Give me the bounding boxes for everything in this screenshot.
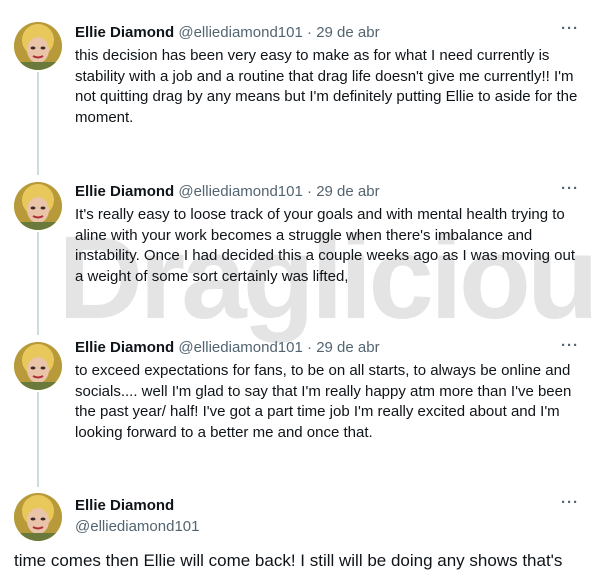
more-options-icon[interactable]: ··· xyxy=(561,494,579,511)
more-options-icon[interactable]: ··· xyxy=(561,180,579,197)
avatar[interactable] xyxy=(14,342,62,390)
tweet-header: Ellie Diamond @elliediamond101 · 29 de a… xyxy=(75,24,380,41)
tweet-date[interactable]: 29 de abr xyxy=(316,24,379,41)
tweet[interactable]: Ellie Diamond @elliediamond101 · 29 de a… xyxy=(0,320,593,480)
tweet-text: to exceed expectations for fans, to be o… xyxy=(75,362,572,441)
display-name[interactable]: Ellie Diamond xyxy=(75,497,174,514)
tweet-text: this decision has been very easy to make… xyxy=(75,47,578,126)
display-name[interactable]: Ellie Diamond xyxy=(75,24,174,41)
tweet-text: It's really easy to loose track of your … xyxy=(75,206,576,285)
separator: · xyxy=(307,339,313,356)
display-name[interactable]: Ellie Diamond xyxy=(75,339,174,356)
tweet-date[interactable]: 29 de abr xyxy=(316,339,379,356)
tweet-date[interactable]: 29 de abr xyxy=(316,183,379,200)
avatar[interactable] xyxy=(14,22,62,70)
tweet-header: Ellie Diamond @elliediamond101 · 29 de a… xyxy=(75,339,380,356)
avatar[interactable] xyxy=(14,493,62,541)
avatar[interactable] xyxy=(14,182,62,230)
user-handle[interactable]: @elliediamond101 xyxy=(178,339,302,356)
tweet-header: Ellie Diamond @elliediamond101 · 29 de a… xyxy=(75,183,380,200)
user-handle[interactable]: @elliediamond101 xyxy=(75,518,199,535)
tweet[interactable]: Ellie Diamond @elliediamond101 · 29 de a… xyxy=(0,0,593,160)
tweet-text: time comes then Ellie will come back! I … xyxy=(14,551,563,570)
more-options-icon[interactable]: ··· xyxy=(561,337,579,354)
separator: · xyxy=(307,24,313,41)
user-handle[interactable]: @elliediamond101 xyxy=(178,183,302,200)
more-options-icon[interactable]: ··· xyxy=(561,20,579,37)
user-handle[interactable]: @elliediamond101 xyxy=(178,24,302,41)
display-name[interactable]: Ellie Diamond xyxy=(75,183,174,200)
tweet[interactable]: Ellie Diamond @elliediamond101 · 29 de a… xyxy=(0,160,593,320)
separator: · xyxy=(307,183,313,200)
